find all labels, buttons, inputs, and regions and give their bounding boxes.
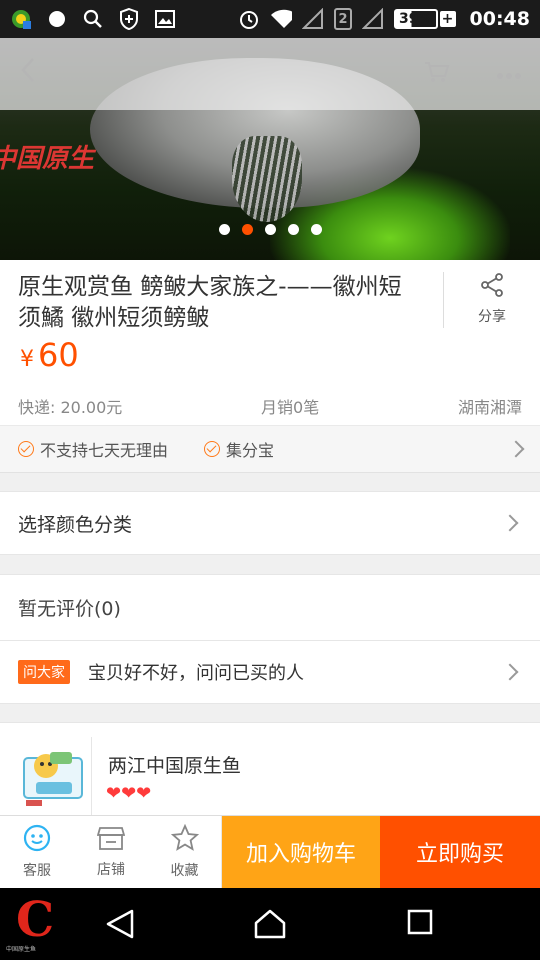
alarm-icon xyxy=(238,8,260,30)
service-item: 不支持七天无理由 xyxy=(18,437,168,461)
select-options-row[interactable]: 选择颜色分类 xyxy=(0,491,540,555)
fish-fin-image xyxy=(232,136,302,222)
seller-location: 湖南湘潭 xyxy=(457,398,522,417)
store-label: 店铺 xyxy=(97,862,125,878)
recents-nav-icon[interactable] xyxy=(406,908,434,940)
share-icon xyxy=(479,272,505,302)
shop-avatar[interactable] xyxy=(14,737,92,817)
carousel-dot[interactable] xyxy=(264,224,276,235)
ask-text: 宝贝好不好，问问已买的人 xyxy=(88,663,304,684)
customer-service-button[interactable]: 客服 xyxy=(0,816,74,888)
chat-icon xyxy=(23,824,51,856)
top-nav xyxy=(0,38,540,110)
check-icon xyxy=(18,441,34,457)
carousel-dot[interactable] xyxy=(310,224,322,235)
product-image-carousel[interactable]: 中国原生 xyxy=(0,38,540,260)
reviews-label: 暂无评价(0) xyxy=(18,598,121,620)
battery-level: 39% xyxy=(394,9,438,29)
battery-indicator: 39% + xyxy=(394,9,456,29)
shipping-fee: 快递: 20.00元 xyxy=(18,398,123,417)
shop-name: 两江中国原生鱼 xyxy=(108,755,242,777)
shield-icon xyxy=(118,8,140,30)
wifi-icon xyxy=(270,8,292,30)
favorite-label: 收藏 xyxy=(170,863,199,879)
sim-slot-badge: 2 xyxy=(334,8,352,30)
monthly-sales: 月销0笔 xyxy=(261,398,320,417)
carousel-indicator xyxy=(0,224,540,235)
back-nav-icon[interactable] xyxy=(104,908,136,944)
shop-card[interactable]: 两江中国原生鱼 ❤❤❤ xyxy=(0,722,540,818)
select-options-label: 选择颜色分类 xyxy=(18,513,133,536)
store-button[interactable]: 店铺 xyxy=(74,816,148,888)
bottom-action-bar: 客服 店铺 收藏 加入购物车 立即购买 xyxy=(0,815,540,888)
store-icon xyxy=(96,825,126,855)
cart-icon[interactable] xyxy=(424,60,450,88)
more-icon[interactable] xyxy=(496,65,522,84)
status-bar: 2 39% + 00:48 xyxy=(0,0,540,38)
share-label: 分享 xyxy=(478,309,506,325)
buy-now-button[interactable]: 立即购买 xyxy=(380,816,540,888)
watermark-text: 中国原生鱼 xyxy=(6,946,37,953)
system-nav-bar: C 中国原生鱼 xyxy=(0,888,540,960)
chevron-right-icon xyxy=(507,440,525,458)
share-button[interactable]: 分享 xyxy=(443,272,540,328)
chevron-left-icon[interactable] xyxy=(18,55,38,93)
carousel-dot[interactable] xyxy=(287,224,299,235)
app-notification-icon xyxy=(10,8,32,30)
product-meta: 快递: 20.00元 月销0笔 湖南湘潭 xyxy=(18,394,522,418)
image-watermark: 中国原生 xyxy=(0,144,95,174)
favorite-button[interactable]: 收藏 xyxy=(148,816,222,888)
customer-service-label: 客服 xyxy=(23,863,51,879)
price-value: 60 xyxy=(38,336,79,374)
ask-row[interactable]: 问大家 宝贝好不好，问问已买的人 xyxy=(0,640,540,704)
product-info: 原生观赏鱼 鳑鲏大家族之-——徽州短须鱊 徽州短须鳑鲏 分享 ¥ 60 快递: … xyxy=(0,260,540,425)
chevron-right-icon xyxy=(501,663,519,681)
carousel-dot[interactable] xyxy=(241,224,253,235)
watermark-letter: C xyxy=(16,892,55,948)
charging-icon: + xyxy=(439,11,456,27)
star-icon xyxy=(170,823,199,856)
ask-badge: 问大家 xyxy=(18,660,70,684)
home-nav-icon[interactable] xyxy=(253,908,287,944)
reviews-row[interactable]: 暂无评价(0) xyxy=(0,574,540,640)
image-icon xyxy=(154,8,176,30)
carousel-dot[interactable] xyxy=(218,224,230,235)
services-row[interactable]: 不支持七天无理由 集分宝 xyxy=(0,425,540,473)
service-label: 不支持七天无理由 xyxy=(40,441,169,460)
check-icon xyxy=(204,441,221,457)
watermark-logo: C 中国原生鱼 xyxy=(6,892,110,958)
signal-icon xyxy=(302,8,324,30)
search-icon xyxy=(82,8,104,30)
price: ¥ 60 xyxy=(20,336,79,374)
chevron-right-icon xyxy=(501,514,519,532)
add-to-cart-button[interactable]: 加入购物车 xyxy=(222,816,380,888)
product-page: 2 39% + 00:48 中国原生 原生观赏鱼 鳑鲏大家族之-——徽州短须鱊 … xyxy=(0,0,540,960)
shop-rating-hearts: ❤❤❤ xyxy=(106,783,152,804)
service-item: 集分宝 xyxy=(204,437,274,461)
price-currency: ¥ xyxy=(20,347,34,372)
product-title: 原生观赏鱼 鳑鲏大家族之-——徽州短须鱊 徽州短须鳑鲏 xyxy=(18,274,402,331)
clock: 00:48 xyxy=(469,8,530,30)
signal-icon-2 xyxy=(362,8,384,30)
notification-dot-icon xyxy=(46,8,68,30)
service-label: 集分宝 xyxy=(226,441,275,460)
